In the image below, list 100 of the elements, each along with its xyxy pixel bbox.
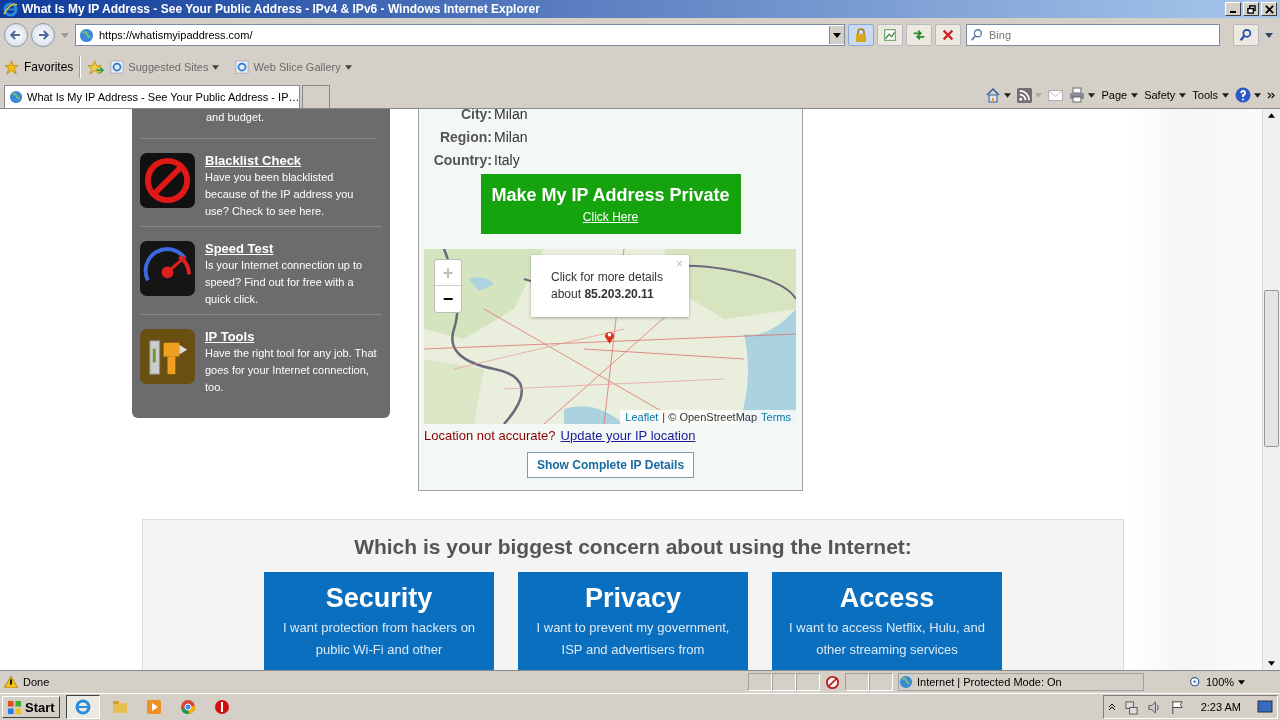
stop-icon [941, 28, 955, 42]
page-icon [110, 60, 125, 74]
field-value: Italy [494, 151, 520, 169]
sidebar-link[interactable]: Speed Test [205, 241, 274, 256]
dropdown-button[interactable] [829, 26, 844, 44]
caret-icon[interactable] [1088, 92, 1096, 98]
magnifier-icon [1189, 675, 1202, 689]
browser-tab[interactable]: What Is My IP Address - See Your Public Address - IP… [4, 85, 300, 108]
sidebar-link[interactable]: Blacklist Check [205, 153, 302, 168]
help-icon[interactable] [1235, 87, 1251, 103]
page-icon [235, 60, 250, 74]
start-button[interactable]: Start [2, 696, 60, 718]
accuracy-text: Location not accurate? [424, 428, 556, 443]
field-value: Milan [494, 128, 528, 146]
sidebar-description: Is your Internet connection up to speed? Find out for free with a quick click. [205, 258, 364, 307]
caret-icon[interactable] [1004, 92, 1012, 98]
concern-card[interactable]: Access I want to access Netflix, Hulu, and other streaming services [772, 572, 1002, 670]
chrome-icon[interactable] [179, 699, 196, 715]
caret-icon [1222, 92, 1229, 98]
caret-icon [833, 32, 841, 38]
printer-icon[interactable] [1069, 87, 1086, 103]
star-icon [4, 59, 19, 75]
field-label: City: [459, 109, 492, 123]
privacy-icon[interactable] [825, 674, 840, 690]
browser-icon [74, 699, 91, 715]
flag-icon[interactable] [1169, 699, 1185, 715]
command-menu[interactable]: Page [1101, 89, 1139, 101]
home-icon[interactable] [985, 87, 1002, 103]
status-pane [845, 673, 869, 691]
search-field[interactable]: Bing [966, 24, 1220, 46]
blocked-icon [140, 153, 195, 208]
show-desktop-icon[interactable] [1257, 700, 1273, 714]
globe-icon [9, 90, 23, 104]
status-pane [748, 673, 772, 691]
scroll-up-icon[interactable] [1268, 113, 1275, 118]
windows-logo [7, 699, 22, 715]
back-button[interactable] [4, 23, 28, 47]
refresh-icon [912, 28, 926, 42]
command-menu[interactable]: Safety [1144, 89, 1187, 101]
favorites-link[interactable]: Web Slice Gallery [235, 60, 352, 74]
forward-button[interactable] [31, 23, 55, 47]
chevron-icon[interactable] [1267, 91, 1276, 99]
status-pane [796, 673, 820, 691]
chevron-icon[interactable] [1107, 703, 1116, 711]
concern-card[interactable]: Security I want protection from hackers on public Wi-Fi and other [264, 572, 494, 670]
browser-icon [3, 1, 18, 17]
sidebar-text: and budget. [206, 111, 265, 123]
restore-button[interactable] [1243, 2, 1259, 16]
details-button[interactable]: Show Complete IP Details [526, 452, 695, 478]
caret-icon[interactable] [1254, 92, 1261, 98]
caret-icon [1179, 92, 1187, 98]
restore-icon [1246, 4, 1256, 14]
leaflet-link[interactable]: Leaflet [625, 411, 659, 423]
status-pane [869, 673, 893, 691]
field-value: Milan [494, 109, 528, 123]
compatibility-button[interactable] [877, 24, 903, 46]
zoom-out-button[interactable]: − [435, 286, 461, 312]
card-title: Security [325, 583, 433, 614]
concern-card[interactable]: Privacy I want to prevent my government, ISP and advertisers from [518, 572, 748, 670]
caret-icon [1238, 679, 1246, 685]
survey-heading: Which is your biggest concern about using the Internet: [354, 535, 912, 559]
warning-icon [4, 676, 18, 688]
card-text: I want to access Netflix, Hulu, and other streaming services [788, 619, 986, 659]
favorites-button[interactable]: Favorites [4, 59, 74, 75]
caret-icon [1131, 92, 1139, 98]
favorites-link[interactable]: Suggested Sites [110, 60, 220, 74]
map-pin-icon[interactable] [604, 329, 615, 344]
command-menu[interactable]: Tools [1192, 89, 1229, 101]
taskbar-button[interactable] [65, 695, 100, 719]
sidebar-link[interactable]: IP Tools [205, 329, 255, 344]
scrollbar[interactable] [1262, 109, 1280, 670]
stop-button[interactable] [935, 24, 961, 46]
scroll-down-icon[interactable] [1268, 661, 1275, 666]
window-title: What Is My IP Address - See Your Public Address - IPv4 & IPv6 - Windows Internet Explorer [22, 2, 540, 16]
update-location-link[interactable]: Update your IP location [560, 428, 696, 443]
minimize-button[interactable] [1225, 2, 1241, 16]
tools-icon [140, 329, 195, 384]
card-text: I want protection from hackers on public Wi-Fi and other [281, 619, 477, 659]
speaker-icon[interactable] [1146, 699, 1162, 715]
caret-icon [212, 64, 220, 70]
private-banner[interactable]: Make My IP Address Private Click Here [480, 174, 741, 234]
attribution-text: | © OpenStreetMap [662, 411, 758, 423]
security-zone[interactable]: Internet | Protected Mode: On [898, 673, 1144, 691]
zoom-level[interactable]: 100% [1189, 675, 1259, 689]
status-pane [772, 673, 796, 691]
address-field[interactable]: https://whatismyipaddress.com/ [75, 24, 845, 46]
stop-sign-icon[interactable] [213, 699, 230, 715]
terms-link[interactable]: Terms [761, 411, 791, 423]
caret-icon [344, 64, 352, 70]
globe-icon [899, 675, 913, 689]
click-here-link[interactable]: Click Here [582, 209, 639, 224]
refresh-button[interactable] [906, 24, 932, 46]
scroll-thumb[interactable] [1264, 290, 1279, 447]
caret-icon[interactable] [1265, 32, 1273, 38]
search-button[interactable] [1233, 24, 1259, 46]
network-icon[interactable] [1123, 699, 1139, 715]
search-icon [970, 28, 984, 42]
feed-icon[interactable] [1017, 87, 1033, 103]
close-button[interactable] [1261, 2, 1277, 16]
minimize-icon [1230, 11, 1236, 13]
